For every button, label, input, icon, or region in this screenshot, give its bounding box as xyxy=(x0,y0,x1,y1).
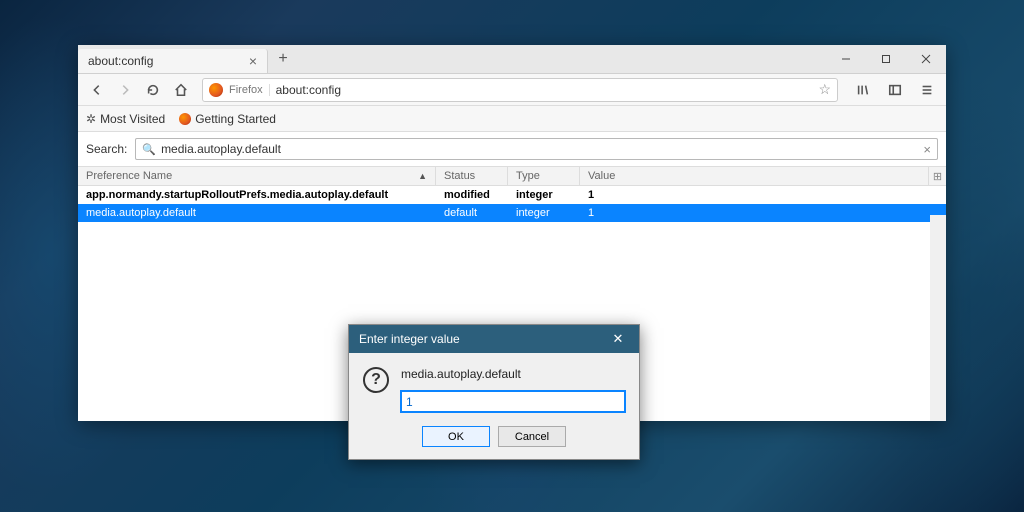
cell-status: default xyxy=(436,207,508,219)
question-icon: ? xyxy=(363,367,389,393)
cell-type: integer xyxy=(508,189,580,201)
search-input[interactable]: 🔍 media.autoplay.default × xyxy=(135,138,938,160)
bookmarks-toolbar: ✲ Most Visited Getting Started xyxy=(78,106,946,132)
url-bar[interactable]: Firefox about:config ☆ xyxy=(202,78,838,102)
new-tab-button[interactable]: + xyxy=(268,45,298,73)
dialog-buttons: OK Cancel xyxy=(349,416,639,459)
integer-input[interactable] xyxy=(401,391,625,412)
close-window-button[interactable] xyxy=(906,45,946,73)
sort-asc-icon: ▲ xyxy=(418,171,427,181)
cell-value: 1 xyxy=(580,189,946,201)
column-type[interactable]: Type xyxy=(508,167,580,185)
column-picker-icon[interactable]: ⊞ xyxy=(928,167,946,185)
window-controls xyxy=(826,45,946,73)
search-label: Search: xyxy=(86,142,127,156)
search-icon: 🔍 xyxy=(142,143,156,156)
cell-status: modified xyxy=(436,189,508,201)
table-header: Preference Name▲ Status Type Value ⊞ xyxy=(78,166,946,186)
back-button[interactable] xyxy=(84,77,110,103)
scrollbar[interactable] xyxy=(930,215,946,421)
close-icon[interactable]: ✕ xyxy=(607,329,629,349)
dialog-pref-name: media.autoplay.default xyxy=(401,367,625,381)
url-text: about:config xyxy=(276,83,813,97)
search-row: Search: 🔍 media.autoplay.default × xyxy=(78,132,946,166)
library-button[interactable] xyxy=(850,77,876,103)
column-preference-name[interactable]: Preference Name▲ xyxy=(78,167,436,185)
table-row[interactable]: media.autoplay.default default integer 1 xyxy=(78,204,946,222)
minimize-button[interactable] xyxy=(826,45,866,73)
column-status[interactable]: Status xyxy=(436,167,508,185)
table-row[interactable]: app.normandy.startupRolloutPrefs.media.a… xyxy=(78,186,946,204)
bookmark-label: Getting Started xyxy=(195,112,276,126)
maximize-button[interactable] xyxy=(866,45,906,73)
tab-about-config[interactable]: about:config × xyxy=(78,49,268,73)
enter-integer-dialog: Enter integer value ✕ ? media.autoplay.d… xyxy=(348,324,640,460)
column-value[interactable]: Value xyxy=(580,167,928,185)
dialog-title: Enter integer value xyxy=(359,332,460,346)
firefox-icon xyxy=(209,83,223,97)
reload-button[interactable] xyxy=(140,77,166,103)
titlebar: about:config × + xyxy=(78,45,946,74)
forward-button[interactable] xyxy=(112,77,138,103)
bookmark-label: Most Visited xyxy=(100,112,165,126)
search-value: media.autoplay.default xyxy=(161,142,918,156)
firefox-icon xyxy=(179,113,191,125)
nav-toolbar: Firefox about:config ☆ xyxy=(78,74,946,106)
dialog-titlebar: Enter integer value ✕ xyxy=(349,325,639,353)
ok-button[interactable]: OK xyxy=(422,426,490,447)
cell-name: media.autoplay.default xyxy=(78,207,436,219)
bookmark-star-icon[interactable]: ☆ xyxy=(818,81,831,98)
dialog-body: ? media.autoplay.default xyxy=(349,353,639,416)
bookmark-most-visited[interactable]: ✲ Most Visited xyxy=(86,112,165,126)
gear-icon: ✲ xyxy=(86,112,96,126)
cell-type: integer xyxy=(508,207,580,219)
clear-search-icon[interactable]: × xyxy=(923,142,931,157)
brand-label: Firefox xyxy=(229,84,270,96)
cancel-button[interactable]: Cancel xyxy=(498,426,566,447)
bookmark-getting-started[interactable]: Getting Started xyxy=(179,112,276,126)
cell-name: app.normandy.startupRolloutPrefs.media.a… xyxy=(78,189,436,201)
close-icon[interactable]: × xyxy=(249,53,257,69)
menu-button[interactable] xyxy=(914,77,940,103)
home-button[interactable] xyxy=(168,77,194,103)
cell-value: 1 xyxy=(580,207,946,219)
tab-title: about:config xyxy=(88,54,153,68)
sidebar-button[interactable] xyxy=(882,77,908,103)
